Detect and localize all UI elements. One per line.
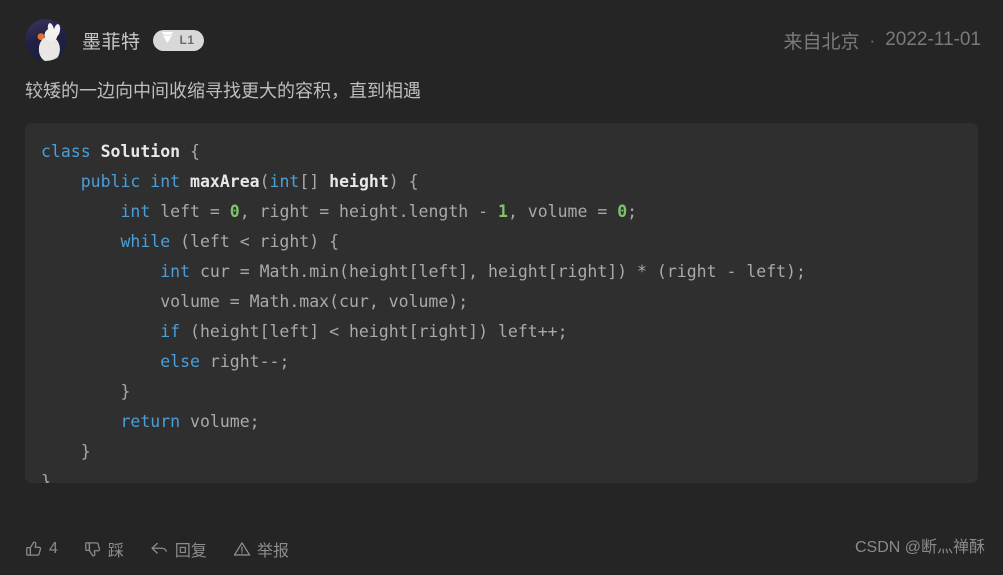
- code-token: {: [180, 142, 200, 161]
- date-label: 2022-11-01: [885, 29, 981, 50]
- thumbs-up-icon: [25, 540, 43, 558]
- code-token: height: [329, 172, 389, 191]
- code-token: while: [120, 232, 171, 251]
- code-content: class Solution { public int maxArea(int[…: [41, 137, 962, 483]
- level-badge[interactable]: L1: [152, 29, 204, 51]
- code-token: volume = Math.max(cur, volume);: [41, 292, 469, 311]
- warning-triangle-icon: [233, 540, 251, 558]
- watermark: CSDN @断灬禅酥: [854, 539, 985, 556]
- reply-label: 回复: [174, 543, 207, 560]
- code-token: if: [160, 322, 181, 341]
- code-token: (left < right) {: [170, 232, 340, 251]
- like-button[interactable]: 4: [25, 540, 58, 558]
- reply-button[interactable]: 回复: [150, 537, 207, 561]
- level-badge-label: L1: [179, 33, 195, 47]
- comment-actions: 4 踩 回复 举报: [25, 537, 289, 561]
- like-count: 4: [49, 540, 58, 557]
- code-token: int: [269, 172, 300, 191]
- code-token: 0: [229, 202, 240, 221]
- code-token: }: [41, 442, 91, 461]
- code-token: else: [160, 352, 200, 371]
- code-token: public: [80, 172, 141, 191]
- meta-separator: ·: [869, 30, 876, 50]
- code-token: }: [41, 472, 51, 483]
- code-token: return: [120, 412, 181, 431]
- reply-arrow-icon: [150, 540, 169, 558]
- code-token: (: [259, 172, 270, 191]
- location-label: 来自北京: [783, 31, 860, 53]
- code-token: left =: [150, 202, 230, 221]
- code-token: (height[left] < height[right]) left++;: [180, 322, 568, 341]
- code-token: []: [299, 172, 330, 191]
- code-token: Solution: [100, 142, 181, 161]
- comment-text: 较矮的一边向中间收缩寻找更大的容积，直到相遇: [25, 81, 421, 101]
- gem-diamond-icon: [160, 31, 175, 49]
- code-token: volume;: [180, 412, 260, 431]
- code-token: 0: [617, 202, 628, 221]
- code-token: int: [150, 172, 181, 191]
- code-token: 1: [498, 202, 508, 221]
- code-token: ;: [627, 202, 638, 221]
- comment-meta: 来自北京 · 2022-11-01: [784, 27, 981, 54]
- report-button[interactable]: 举报: [233, 537, 289, 561]
- dislike-label: 踩: [107, 543, 124, 560]
- report-label: 举报: [256, 543, 289, 560]
- code-token: right--;: [199, 352, 290, 371]
- code-token: , volume =: [507, 202, 618, 221]
- comment-header: 墨菲特 L1 来自北京 · 2022-11-01: [0, 0, 1003, 64]
- code-token: }: [41, 382, 131, 401]
- avatar[interactable]: [25, 19, 67, 61]
- code-token: ) {: [388, 172, 419, 191]
- code-token: cur = Math.min(height[left], height[righ…: [190, 262, 806, 281]
- code-block[interactable]: class Solution { public int maxArea(int[…: [25, 123, 978, 483]
- username[interactable]: 墨菲特: [82, 27, 141, 54]
- code-token: , right = height.length -: [239, 202, 498, 221]
- dislike-button[interactable]: 踩: [84, 537, 124, 561]
- code-token: maxArea: [190, 172, 260, 191]
- code-token: class: [41, 142, 91, 161]
- thumbs-down-icon: [84, 540, 102, 558]
- code-token: int: [120, 202, 151, 221]
- code-token: int: [160, 262, 191, 281]
